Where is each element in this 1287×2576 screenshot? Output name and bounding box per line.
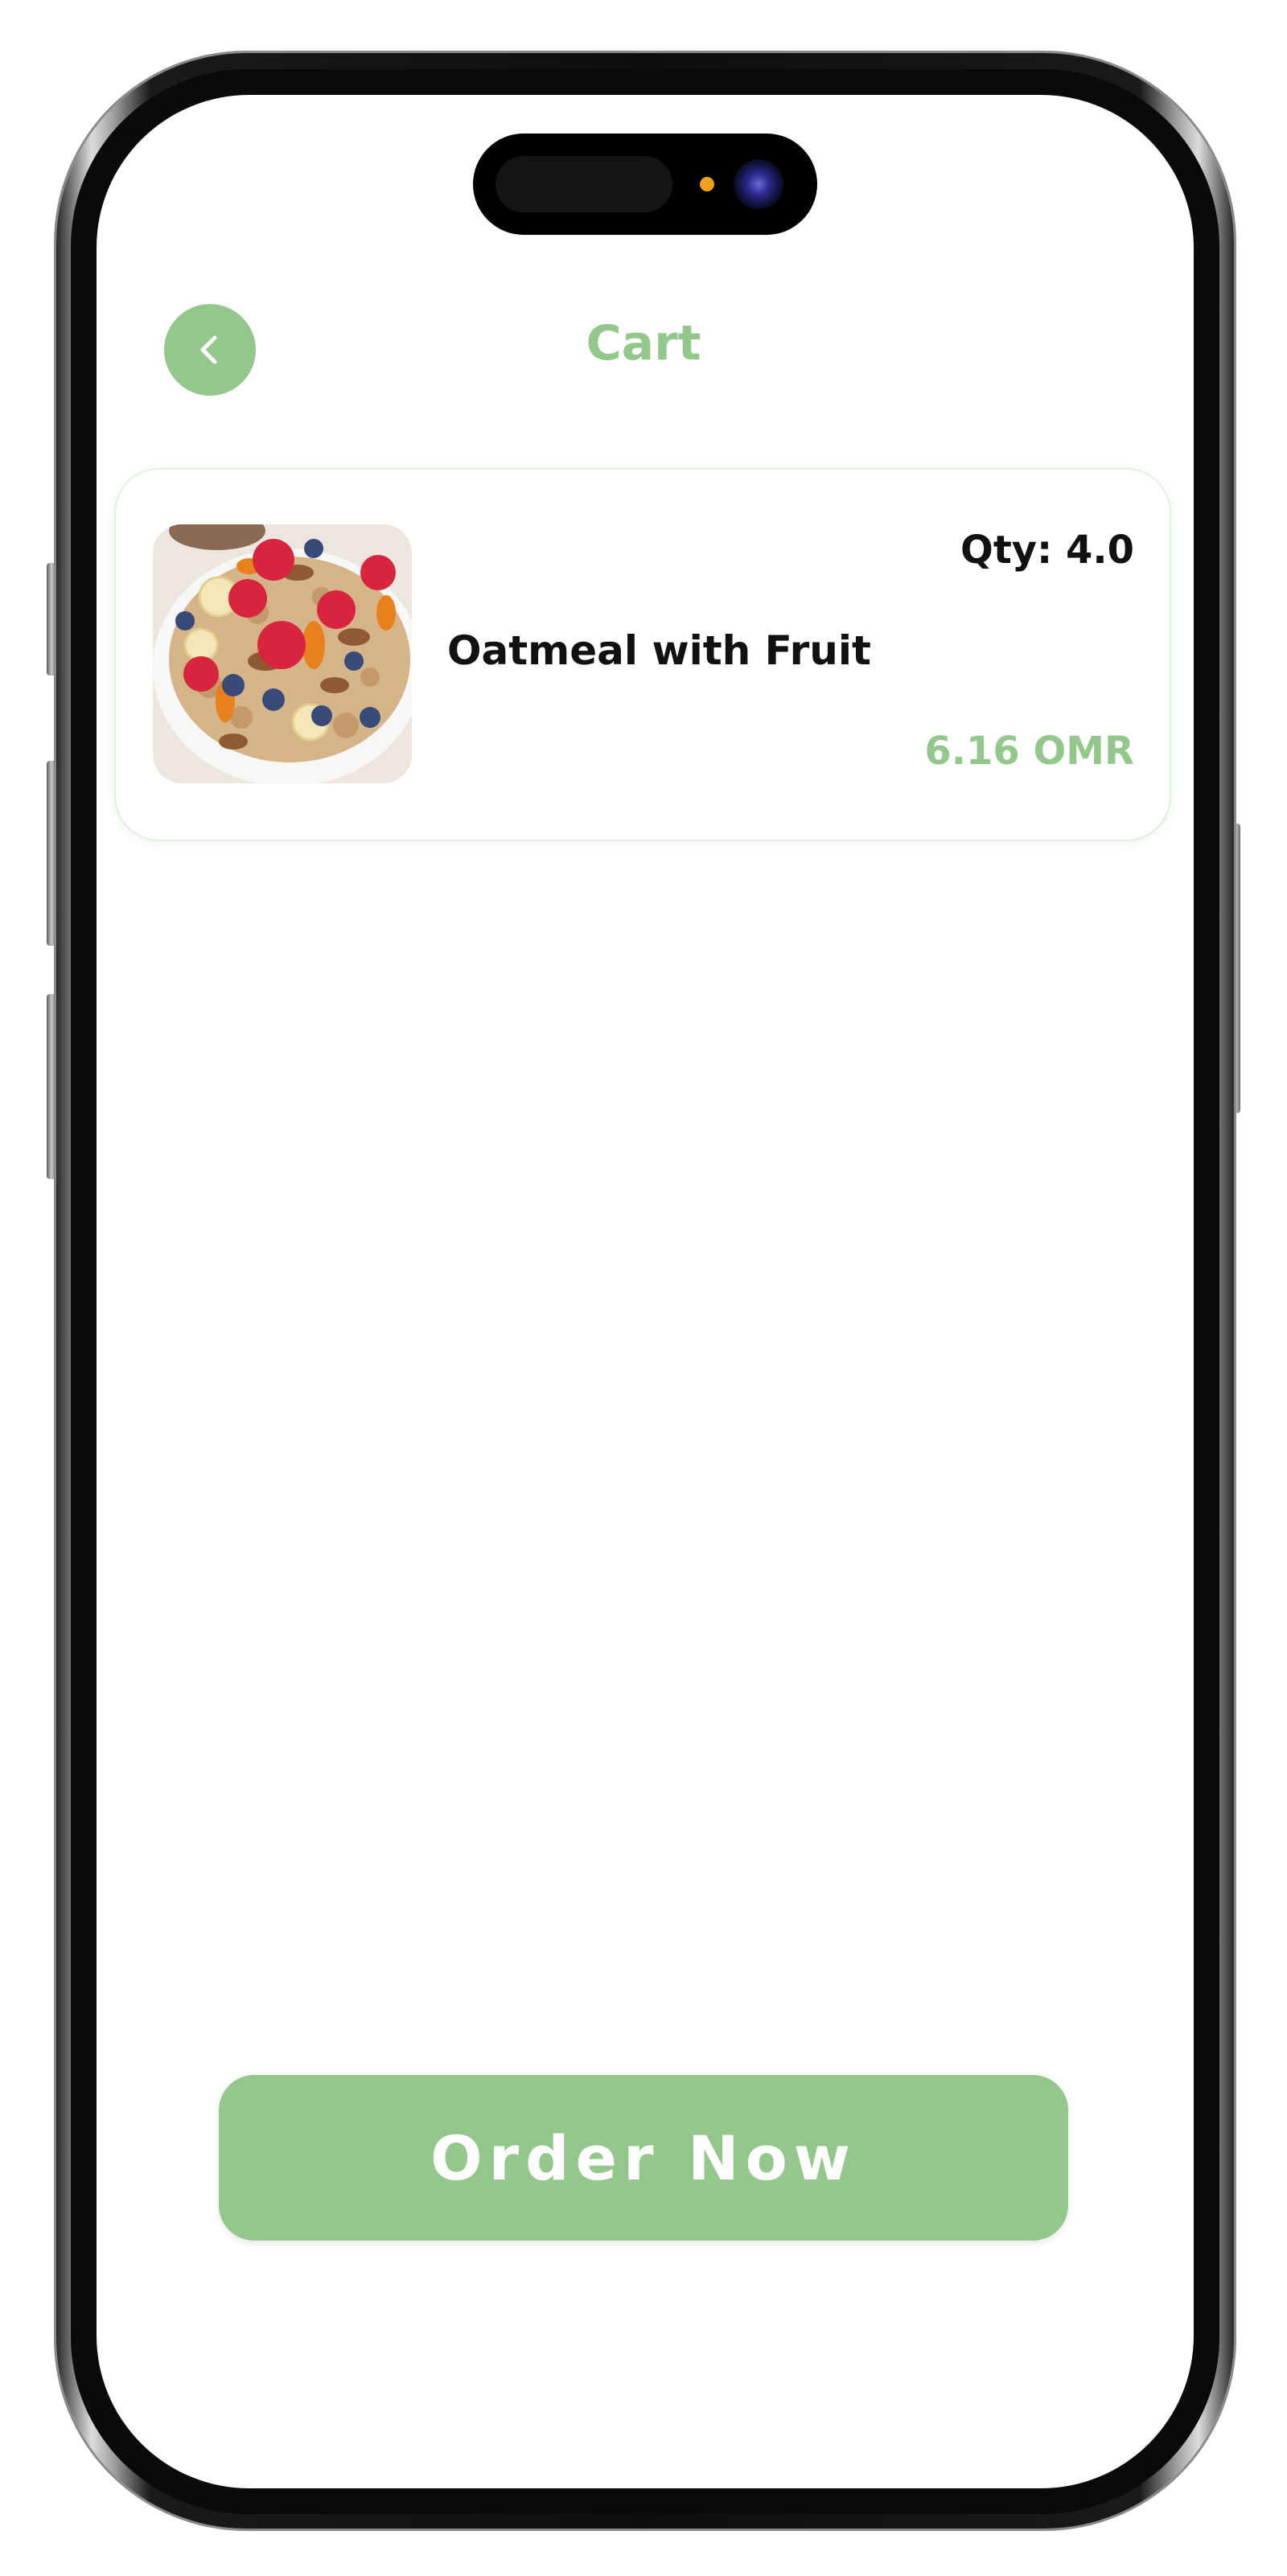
cart-item-card[interactable]: Oatmeal with Fruit Qty: 4.0 6.16 OMR xyxy=(116,470,1170,840)
privacy-indicator-dot xyxy=(700,177,714,191)
oatmeal-with-fruit-photo xyxy=(153,524,412,783)
back-button[interactable] xyxy=(164,304,256,396)
item-quantity: Qty: 4.0 xyxy=(960,528,1134,573)
item-price: 6.16 OMR xyxy=(924,729,1134,774)
item-image xyxy=(153,524,412,783)
island-sensor xyxy=(495,156,672,212)
item-name: Oatmeal with Fruit xyxy=(447,627,871,674)
dynamic-island xyxy=(473,134,817,235)
volume-down-button xyxy=(47,994,56,1179)
front-camera xyxy=(734,159,783,209)
order-now-button[interactable]: Order Now xyxy=(219,2075,1068,2241)
chevron-left-icon xyxy=(200,335,217,364)
volume-up-button xyxy=(47,761,56,946)
device-mockup: Cart Oatmeal with Fruit Qty: 4.0 6.16 OM… xyxy=(0,0,1287,2576)
page-title: Cart xyxy=(586,315,701,372)
action-button xyxy=(47,563,56,676)
